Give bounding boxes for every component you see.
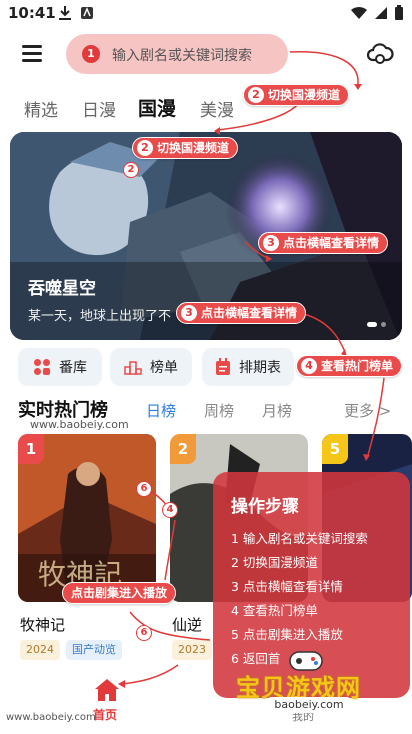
- card-1-rank: 1: [18, 434, 44, 464]
- step-item: 1 输入剧名或关键词搜索: [231, 531, 368, 546]
- tab-japanese-anime[interactable]: 日漫: [82, 96, 116, 121]
- callout-banner-detail: 3 点击横幅查看详情: [258, 232, 389, 254]
- step-badge-6a: 6: [136, 481, 152, 497]
- step-item: 4 查看热门榜单: [231, 603, 318, 618]
- card-1-genre-tag: 国产动览: [66, 640, 122, 660]
- nav-home-label[interactable]: 首页: [93, 706, 117, 723]
- step-item: 2 切换国漫频道: [231, 555, 318, 570]
- search-input[interactable]: 1 输入剧名或关键词搜索: [66, 34, 288, 74]
- banner-pagination: [367, 322, 386, 327]
- steps-title: 操作步骤: [231, 497, 299, 517]
- status-time: 10:41: [8, 4, 56, 22]
- hot-more-link[interactable]: 更多 >: [344, 400, 391, 421]
- hot-tab-daily[interactable]: 日榜: [146, 400, 176, 421]
- tab-featured[interactable]: 精选: [24, 96, 58, 121]
- grid-icon: [34, 359, 50, 375]
- quick-link-library[interactable]: 番库: [18, 348, 102, 386]
- wifi-icon: [351, 6, 367, 19]
- search-placeholder: 输入剧名或关键词搜索: [112, 48, 252, 64]
- card-2-year-tag: 2023: [172, 640, 212, 660]
- status-system-icons: [350, 5, 404, 21]
- menu-icon[interactable]: [22, 45, 42, 63]
- download-icon: [59, 6, 71, 20]
- app-notification-icon: [81, 7, 93, 19]
- podium-icon: [124, 361, 142, 375]
- home-icon[interactable]: [94, 678, 120, 702]
- hot-tab-weekly[interactable]: 周榜: [204, 400, 234, 421]
- step-badge-2: 2: [123, 162, 139, 178]
- callout-switch-channel-2: 2 切换国漫频道: [132, 137, 239, 159]
- step-badge-1: 1: [82, 45, 100, 63]
- callout-switch-channel: 2 切换国漫频道: [243, 84, 350, 106]
- top-bar: 1 输入剧名或关键词搜索: [0, 30, 412, 80]
- quick-link-charts[interactable]: 榜单: [110, 348, 192, 386]
- signal-icon: [375, 7, 387, 19]
- card-2-rank: 2: [170, 434, 196, 464]
- watermark-logo-url: baobeiy.com: [268, 697, 350, 713]
- card-1-year-tag: 2024: [20, 640, 60, 660]
- quick-link-charts-label: 榜单: [150, 360, 178, 376]
- callout-banner-detail-2: 3 点击横幅查看详情: [176, 302, 307, 324]
- quick-link-schedule-label: 排期表: [239, 360, 281, 376]
- quick-link-schedule[interactable]: 排期表: [202, 348, 294, 386]
- channel-tabs: 精选 日漫 国漫 美漫: [0, 90, 412, 126]
- calendar-icon: [216, 358, 230, 375]
- banner-subtitle: 某一天，地球上出现了不: [28, 309, 172, 324]
- banner-title: 吞噬星空: [28, 279, 96, 299]
- hot-card-1[interactable]: 牧神記 1: [18, 434, 156, 602]
- battery-icon: [395, 5, 403, 20]
- card-2-title: 仙逆: [172, 616, 203, 634]
- tab-american-anime[interactable]: 美漫: [200, 96, 234, 121]
- hot-tab-monthly[interactable]: 月榜: [262, 400, 292, 421]
- cloud-sync-icon[interactable]: [366, 40, 394, 66]
- callout-play-episode: 点击剧集进入播放: [62, 582, 177, 604]
- watermark-bottom-left: www.baobeiy.com: [6, 712, 96, 723]
- status-notifications: [58, 5, 94, 21]
- callout-hot-list: 4 查看热门榜单: [296, 355, 403, 377]
- step-item: 5 点击剧集进入播放: [231, 627, 343, 642]
- status-bar: 10:41: [0, 0, 412, 26]
- quick-link-library-label: 番库: [59, 360, 87, 376]
- step-item: 6 返回首: [231, 651, 281, 666]
- step-badge-6b: 6: [136, 625, 152, 641]
- card-1-title: 牧神记: [20, 616, 66, 634]
- step-badge-4: 4: [162, 502, 178, 518]
- watermark-site: www.baobeiy.com: [30, 418, 129, 431]
- card-3-rank: 5: [322, 434, 348, 464]
- tab-chinese-anime[interactable]: 国漫: [138, 94, 176, 121]
- step-item: 3 点击横幅查看详情: [231, 579, 343, 594]
